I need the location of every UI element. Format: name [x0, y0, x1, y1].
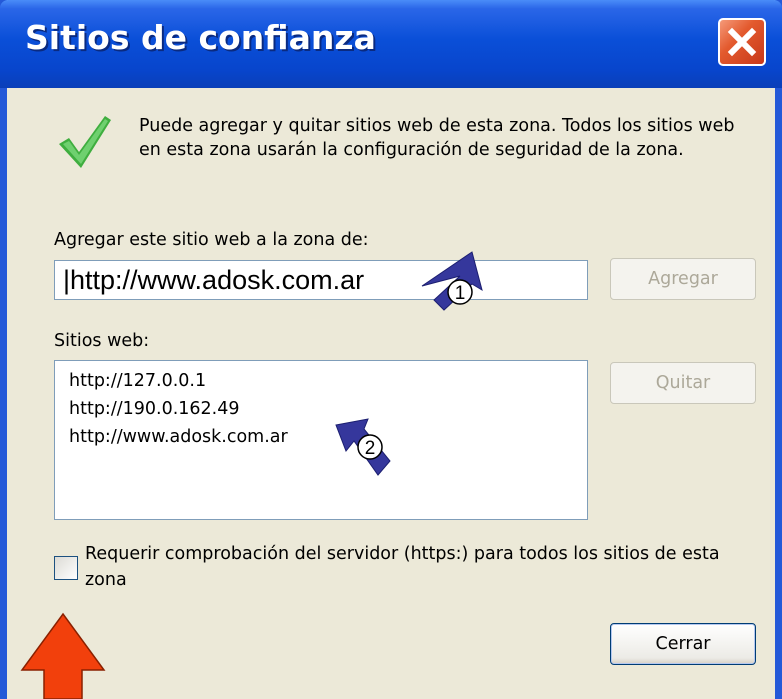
marker-1-label: 1: [455, 283, 466, 304]
info-text: Puede agregar y quitar sitios web de est…: [139, 116, 735, 160]
trusted-sites-dialog: Sitios de confianza Puede agregar y quit…: [0, 0, 782, 699]
annotation-arrow-2: 2: [335, 418, 391, 476]
https-checkbox[interactable]: [54, 556, 78, 580]
websites-label: Sitios web:: [54, 331, 150, 351]
close-button[interactable]: Cerrar: [610, 623, 756, 665]
annotation-arrow-1: 1: [421, 251, 483, 311]
red-arrow: [20, 612, 106, 699]
add-site-label: Agregar este sitio web a la zona de:: [54, 230, 369, 250]
checkmark-icon: [59, 116, 111, 168]
websites-list[interactable]: http://127.0.0.1 http://190.0.162.49 htt…: [54, 360, 588, 520]
remove-button[interactable]: Quitar: [610, 362, 756, 404]
site-url-input[interactable]: |http://www.adosk.com.ar: [54, 260, 588, 300]
dialog-title: Sitios de confianza: [25, 18, 376, 57]
marker-2-label: 2: [365, 438, 376, 459]
close-window-button[interactable]: [718, 18, 766, 66]
title-bar[interactable]: Sitios de confianza: [0, 0, 782, 88]
add-button[interactable]: Agregar: [610, 258, 756, 300]
list-item[interactable]: http://www.adosk.com.ar: [69, 423, 587, 451]
close-icon: [727, 27, 757, 57]
list-item[interactable]: http://127.0.0.1: [69, 367, 587, 395]
list-item[interactable]: http://190.0.162.49: [69, 395, 587, 423]
https-checkbox-label[interactable]: Requerir comprobación del servidor (http…: [85, 541, 725, 593]
